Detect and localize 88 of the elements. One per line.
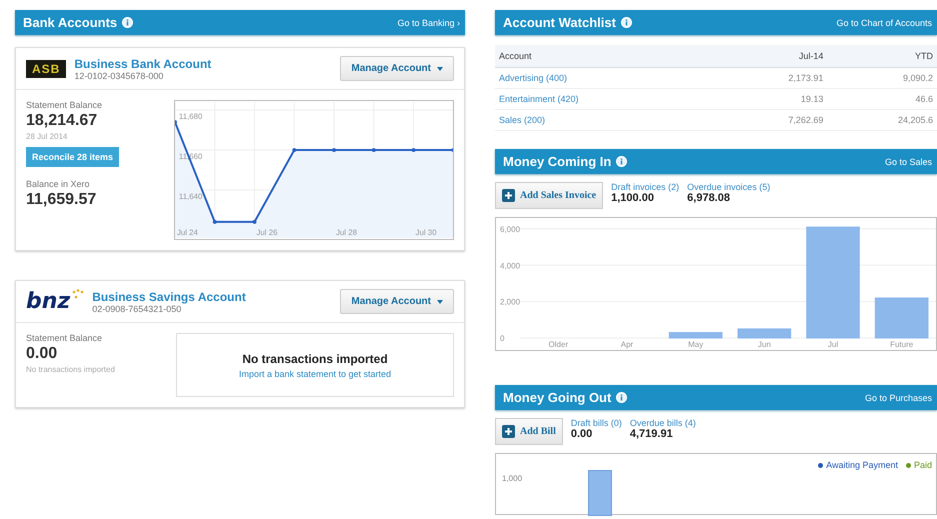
table-cell[interactable]: Entertainment (420) [495, 88, 718, 110]
info-icon[interactable] [616, 392, 628, 403]
axis-label: Jul 28 [336, 228, 357, 237]
axis-label: 11,640 [178, 192, 202, 201]
legend-label: Awaiting Payment [826, 460, 898, 470]
axis-label: Jun [758, 340, 771, 349]
section-link[interactable]: Go to Purchases [864, 392, 932, 402]
section-title: Account Watchlist [503, 15, 616, 30]
stat-value: 4,719.91 [630, 428, 674, 440]
import-link[interactable]: Import a bank statement to get started [238, 368, 392, 378]
table-cell: 46.6 [827, 88, 937, 110]
stat-link[interactable]: Overdue bills (4) [630, 418, 696, 428]
bar [588, 470, 612, 516]
axis-label: May [688, 340, 704, 349]
axis-label: 11,680 [178, 112, 202, 121]
axis-label: 4,000 [500, 261, 520, 270]
table-cell: 7,262.69 [718, 110, 828, 130]
column-header: Account [495, 45, 718, 68]
manage-account-button[interactable]: Manage Account [340, 289, 454, 314]
xero-balance-label: Balance in Xero [26, 179, 91, 189]
section-link[interactable]: Go to Banking › [397, 18, 460, 28]
data-point [372, 148, 376, 152]
stat-value: 6,978.08 [687, 192, 731, 204]
data-point [411, 148, 416, 152]
caret-icon [437, 300, 443, 304]
info-icon[interactable] [620, 17, 632, 28]
stat-link[interactable]: Draft invoices (2) [611, 182, 680, 192]
add-button[interactable]: Add Sales Invoice [495, 182, 604, 209]
axis-label: Older [548, 340, 568, 349]
column-header: Jul-14 [718, 45, 828, 68]
table-cell[interactable]: Sales (200) [495, 110, 718, 130]
plus-icon [502, 189, 515, 202]
data-point [451, 148, 454, 152]
bar [738, 328, 792, 338]
account-name[interactable]: Business Bank Account [74, 56, 332, 70]
statement-date: 28 Jul 2014 [26, 132, 68, 141]
legend-label: Paid [914, 460, 932, 470]
stat-value: 0.00 [570, 428, 594, 440]
data-point [292, 148, 296, 152]
table-cell[interactable]: Advertising (400) [495, 68, 718, 88]
stat-value: 1,100.00 [611, 192, 655, 204]
section-link[interactable]: Go to Sales [884, 156, 932, 166]
data-point [174, 120, 177, 124]
table-cell: 2,173.91 [718, 68, 828, 88]
axis-label: Apr [620, 340, 634, 349]
table-cell: 19.13 [718, 88, 828, 110]
section-title: Money Going Out [503, 390, 612, 405]
account-number: 12-0102-0345678-000 [74, 70, 164, 80]
data-point [212, 220, 216, 224]
data-point [332, 148, 336, 152]
axis-label: 0 [500, 334, 504, 343]
axis-label: Jul 30 [415, 228, 436, 237]
stat-link[interactable]: Draft bills (0) [570, 418, 622, 428]
table-cell: 24,205.6 [827, 110, 937, 130]
import-note: No transactions imported [26, 365, 116, 374]
info-icon[interactable] [122, 17, 134, 28]
xero-balance: 11,659.57 [26, 191, 98, 209]
stat-link[interactable]: Overdue invoices (5) [687, 182, 770, 192]
data-point [252, 220, 256, 224]
statement-balance: 0.00 [26, 345, 58, 363]
axis-label: Future [890, 340, 914, 349]
statement-balance-label: Statement Balance [26, 333, 104, 343]
axis-label: Jul 26 [256, 228, 278, 237]
section-title: Bank Accounts [23, 15, 118, 30]
bar [874, 298, 928, 338]
bank-logo: bnz [26, 289, 84, 314]
bank-logo: ASB [26, 60, 66, 78]
caret-icon [437, 66, 443, 70]
statement-balance: 18,214.67 [26, 112, 98, 130]
axis-label: 6,000 [500, 224, 520, 234]
column-header: YTD [827, 45, 937, 68]
table-cell: 9,090.2 [827, 68, 937, 88]
section-title: Money Coming In [503, 154, 612, 169]
info-icon[interactable] [616, 156, 628, 167]
axis-label: 2,000 [500, 298, 520, 307]
reconcile-button[interactable]: Reconcile 28 items [26, 147, 120, 167]
axis-label: 1,000 [502, 474, 522, 483]
add-button[interactable]: Add Bill [495, 418, 563, 445]
account-name[interactable]: Business Savings Account [92, 290, 332, 304]
bar [668, 332, 722, 338]
plus-icon [502, 425, 515, 438]
empty-title: No transactions imported [242, 352, 388, 366]
statement-balance-label: Statement Balance [26, 100, 104, 110]
manage-account-button[interactable]: Manage Account [340, 56, 454, 81]
axis-label: Jul [828, 340, 838, 349]
axis-label: Jul 24 [176, 228, 198, 237]
section-link[interactable]: Go to Chart of Accounts [836, 18, 932, 28]
account-number: 02-0908-7654321-050 [92, 304, 182, 314]
